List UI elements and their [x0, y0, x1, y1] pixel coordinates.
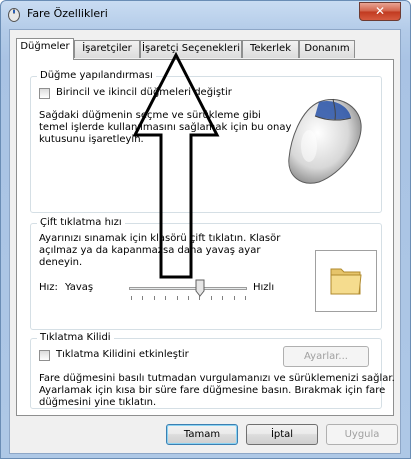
apply-button[interactable]: Uygula	[326, 424, 398, 445]
speed-label: Hız:	[39, 282, 58, 293]
slider-tick	[245, 296, 246, 300]
group-title: Tıklatma Kilidi	[37, 332, 114, 343]
slider-tick	[210, 296, 212, 300]
click-lock-group: Tıklatma Kilidi Tıklatma Kilidini etkinl…	[30, 332, 395, 409]
fast-label: Hızlı	[253, 282, 275, 293]
test-folder-box[interactable]	[315, 250, 377, 312]
mouse-app-icon	[8, 8, 20, 22]
click-lock-checkbox[interactable]	[39, 350, 50, 361]
title-bar[interactable]: Fare Özellikleri ✕	[1, 1, 410, 28]
slider-thumb[interactable]	[195, 279, 205, 297]
click-lock-description: Fare düğmesini basılı tutmadan vurgulama…	[39, 373, 395, 384]
cancel-button[interactable]: İptal	[246, 424, 318, 445]
annotation-up-arrow	[132, 51, 220, 279]
slider-tick	[131, 296, 132, 300]
click-lock-label[interactable]: Tıklatma Kilidini etkinleştir	[56, 349, 189, 361]
mouse-properties-window: Fare Özellikleri ✕ Düğmeler İşaretçiler …	[0, 0, 411, 459]
window-title: Fare Özellikleri	[27, 7, 108, 20]
group-title: Çift tıklatma hızı	[37, 217, 125, 228]
slider-tick	[176, 296, 178, 300]
slider-tick	[222, 296, 224, 300]
slider-tick	[233, 296, 235, 300]
tab-wheel[interactable]: Tekerlek	[242, 40, 299, 58]
tab-label: Donanım	[304, 43, 350, 54]
double-click-speed-slider[interactable]	[129, 287, 247, 290]
tab-hardware[interactable]: Donanım	[299, 40, 355, 58]
slider-tick	[165, 296, 167, 300]
close-icon: ✕	[374, 4, 386, 18]
click-lock-description: düğmesini yine tıklatın.	[39, 397, 157, 408]
slider-tick	[153, 296, 155, 300]
tab-buttons[interactable]: Düğmeler	[16, 38, 74, 60]
folder-icon[interactable]	[329, 265, 363, 297]
slider-tick	[188, 296, 189, 300]
close-button[interactable]: ✕	[359, 2, 401, 21]
click-lock-settings-button[interactable]: Ayarlar...	[283, 346, 369, 367]
button-config-description: kutusunu işaretleyin.	[39, 134, 144, 145]
ok-button[interactable]: Tamam	[166, 424, 238, 445]
slow-label: Yavaş	[65, 282, 94, 293]
double-click-description: deneyin.	[39, 257, 83, 268]
mouse-icon	[288, 98, 362, 184]
tab-label: Düğmeler	[20, 41, 70, 52]
slider-tick	[142, 296, 144, 300]
click-lock-description: Ayarlamak için kısa bir süre fare düğmes…	[39, 385, 386, 396]
switch-buttons-checkbox[interactable]	[39, 88, 50, 99]
tab-label: İşaretçiler	[82, 43, 132, 54]
tab-label: Tekerlek	[250, 43, 291, 54]
